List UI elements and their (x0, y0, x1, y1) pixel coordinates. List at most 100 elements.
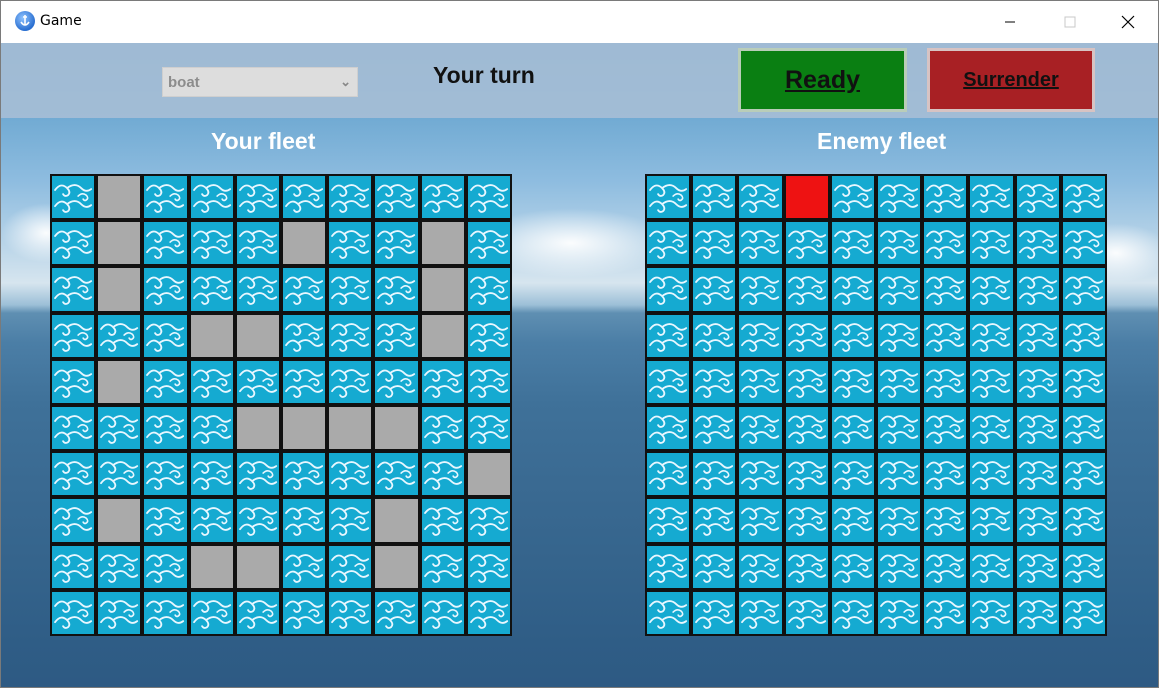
water-cell[interactable] (1062, 176, 1105, 219)
water-cell[interactable] (878, 453, 921, 496)
water-cell[interactable] (693, 222, 736, 265)
water-cell[interactable] (647, 499, 690, 542)
water-cell[interactable] (1016, 545, 1059, 588)
water-cell[interactable] (924, 268, 967, 311)
minimize-button[interactable] (981, 1, 1039, 42)
water-cell[interactable] (924, 314, 967, 357)
water-cell[interactable] (647, 222, 690, 265)
water-cell[interactable] (1062, 222, 1105, 265)
water-cell[interactable] (1062, 268, 1105, 311)
water-cell[interactable] (970, 591, 1013, 634)
water-cell[interactable] (970, 176, 1013, 219)
water-cell[interactable] (831, 591, 874, 634)
water-cell[interactable] (1016, 407, 1059, 450)
water-cell[interactable] (693, 268, 736, 311)
water-cell[interactable] (647, 314, 690, 357)
water-cell[interactable] (1016, 222, 1059, 265)
water-cell[interactable] (878, 499, 921, 542)
water-cell[interactable] (970, 545, 1013, 588)
water-cell[interactable] (647, 453, 690, 496)
maximize-button[interactable] (1041, 1, 1099, 42)
surrender-button[interactable]: Surrender (927, 48, 1095, 112)
water-cell[interactable] (1016, 314, 1059, 357)
water-cell[interactable] (739, 591, 782, 634)
water-cell[interactable] (924, 545, 967, 588)
water-cell[interactable] (970, 499, 1013, 542)
water-cell[interactable] (924, 222, 967, 265)
water-cell[interactable] (785, 360, 828, 403)
water-cell[interactable] (970, 407, 1013, 450)
water-cell[interactable] (970, 222, 1013, 265)
water-cell[interactable] (739, 499, 782, 542)
water-cell[interactable] (647, 545, 690, 588)
water-cell[interactable] (1016, 453, 1059, 496)
water-cell[interactable] (924, 360, 967, 403)
water-cell[interactable] (831, 407, 874, 450)
water-cell[interactable] (1062, 360, 1105, 403)
water-cell[interactable] (878, 360, 921, 403)
water-cell[interactable] (878, 591, 921, 634)
water-cell[interactable] (970, 268, 1013, 311)
water-cell[interactable] (647, 360, 690, 403)
water-cell[interactable] (785, 545, 828, 588)
water-cell[interactable] (878, 222, 921, 265)
water-cell[interactable] (785, 407, 828, 450)
water-cell[interactable] (785, 591, 828, 634)
water-cell[interactable] (647, 176, 690, 219)
water-cell[interactable] (1062, 314, 1105, 357)
water-cell[interactable] (785, 453, 828, 496)
water-cell[interactable] (831, 360, 874, 403)
water-cell[interactable] (739, 545, 782, 588)
water-cell[interactable] (647, 591, 690, 634)
water-cell[interactable] (1062, 499, 1105, 542)
hit-cell[interactable] (785, 176, 828, 219)
water-cell[interactable] (693, 591, 736, 634)
water-cell[interactable] (739, 360, 782, 403)
water-cell[interactable] (970, 453, 1013, 496)
water-cell[interactable] (831, 176, 874, 219)
water-cell[interactable] (785, 499, 828, 542)
water-cell[interactable] (739, 268, 782, 311)
water-cell[interactable] (647, 268, 690, 311)
close-button[interactable] (1099, 1, 1157, 42)
water-cell[interactable] (739, 314, 782, 357)
water-cell[interactable] (970, 360, 1013, 403)
water-cell[interactable] (1016, 360, 1059, 403)
water-cell[interactable] (693, 499, 736, 542)
water-cell[interactable] (924, 453, 967, 496)
water-cell[interactable] (1062, 407, 1105, 450)
water-cell[interactable] (1062, 591, 1105, 634)
piece-select[interactable]: boat ⌄ (162, 67, 358, 97)
water-cell[interactable] (1016, 268, 1059, 311)
water-cell[interactable] (924, 499, 967, 542)
water-cell[interactable] (739, 222, 782, 265)
water-cell[interactable] (693, 176, 736, 219)
water-cell[interactable] (831, 222, 874, 265)
water-cell[interactable] (785, 314, 828, 357)
water-cell[interactable] (1016, 176, 1059, 219)
water-cell[interactable] (647, 407, 690, 450)
water-cell[interactable] (1062, 545, 1105, 588)
water-cell[interactable] (831, 499, 874, 542)
water-cell[interactable] (831, 545, 874, 588)
ready-button[interactable]: Ready (738, 48, 907, 112)
water-cell[interactable] (924, 407, 967, 450)
water-cell[interactable] (878, 545, 921, 588)
water-cell[interactable] (831, 453, 874, 496)
water-cell[interactable] (924, 591, 967, 634)
water-cell[interactable] (1016, 591, 1059, 634)
water-cell[interactable] (693, 360, 736, 403)
water-cell[interactable] (831, 314, 874, 357)
water-cell[interactable] (693, 314, 736, 357)
water-cell[interactable] (831, 268, 874, 311)
water-cell[interactable] (878, 268, 921, 311)
water-cell[interactable] (1062, 453, 1105, 496)
water-cell[interactable] (693, 407, 736, 450)
water-cell[interactable] (693, 453, 736, 496)
water-cell[interactable] (924, 176, 967, 219)
water-cell[interactable] (693, 545, 736, 588)
water-cell[interactable] (1016, 499, 1059, 542)
water-cell[interactable] (739, 407, 782, 450)
water-cell[interactable] (739, 453, 782, 496)
water-cell[interactable] (878, 407, 921, 450)
